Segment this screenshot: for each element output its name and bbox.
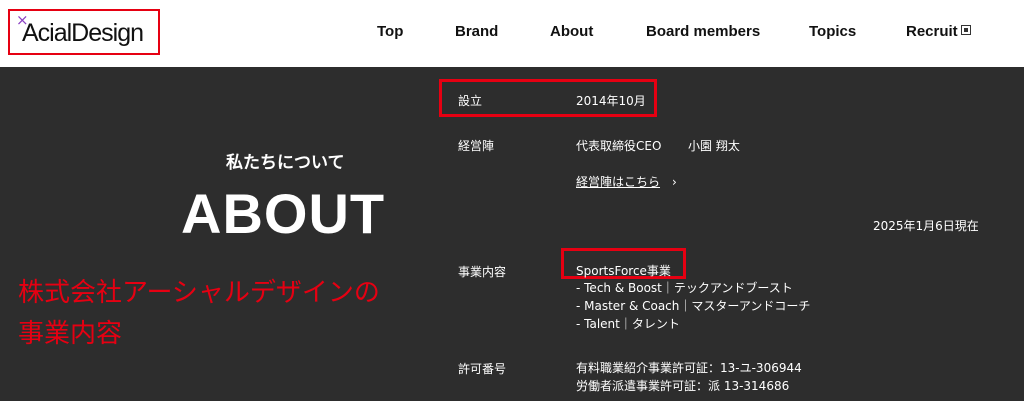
nav-top[interactable]: Top	[377, 23, 403, 40]
nav-recruit-label: Recruit	[906, 23, 958, 40]
external-link-icon	[960, 25, 971, 35]
management-link-row[interactable]: 経営陣はこちら ›	[576, 173, 677, 190]
logo-link[interactable]: × AcialDesign	[8, 9, 160, 55]
site-header: × AcialDesign Top Brand About Board memb…	[0, 0, 1024, 67]
annotation-caption-line2: 事業内容	[18, 319, 123, 349]
nav-recruit[interactable]: Recruit	[906, 23, 971, 40]
section-title: ABOUT	[181, 182, 386, 245]
annotation-caption-line1: 株式会社アーシャルデザインの	[18, 278, 380, 308]
management-link[interactable]: 経営陣はこちら	[576, 175, 660, 189]
nav-brand[interactable]: Brand	[455, 23, 498, 40]
nav-topics[interactable]: Topics	[809, 23, 856, 40]
nav-about[interactable]: About	[550, 23, 593, 40]
section-subtitle: 私たちについて	[226, 153, 345, 173]
founded-label: 設立	[458, 94, 483, 108]
management-label: 経営陣	[458, 139, 495, 153]
management-role: 代表取締役CEO	[576, 139, 662, 153]
license-line: 有料職業紹介事業許可証：13-ユ-306944	[576, 361, 802, 375]
business-item: - Master & Coach｜マスターアンドコーチ	[576, 299, 811, 313]
as-of-date: 2025年1月6日現在	[873, 219, 979, 233]
management-name: 小園 翔太	[688, 139, 740, 153]
license-label: 許可番号	[458, 362, 507, 376]
founded-value: 2014年10月	[576, 94, 646, 108]
business-label: 事業内容	[458, 265, 507, 279]
business-item: - Talent｜タレント	[576, 317, 680, 331]
nav-board-members[interactable]: Board members	[646, 23, 760, 40]
about-section	[0, 67, 1024, 401]
chevron-right-icon: ›	[672, 175, 677, 189]
business-heading: SportsForce事業	[576, 264, 671, 278]
logo-text: AcialDesign	[22, 19, 144, 47]
business-item: - Tech & Boost｜テックアンドブースト	[576, 281, 793, 295]
license-line: 労働者派遣事業許可証：派 13-314686	[576, 379, 790, 393]
